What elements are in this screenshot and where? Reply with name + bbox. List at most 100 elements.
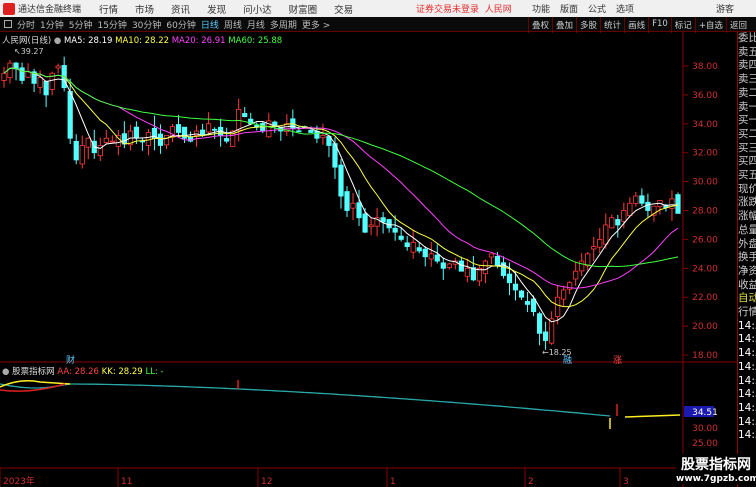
quote-row: 总量 (738, 223, 756, 236)
menu-formula[interactable]: 公式 (588, 2, 606, 15)
add-watchlist-button[interactable]: +自选 (694, 17, 726, 33)
quote-row: 14:56 (738, 401, 756, 414)
candle-body (464, 267, 470, 277)
app-title: 通达信金融终端 (18, 5, 82, 15)
mark-button[interactable]: 标记 (670, 17, 695, 33)
quote-row: 卖三 (738, 73, 756, 86)
price-tick: 18.00 (692, 351, 718, 361)
candle-body (579, 260, 585, 272)
candle-body (585, 253, 591, 267)
candle-body (224, 138, 230, 142)
guest-user[interactable]: 游客 (716, 2, 734, 15)
watermark-title: 股票指标网 (681, 457, 751, 473)
quote-row: 自动 (738, 292, 756, 305)
quote-row: 卖一 (738, 100, 756, 113)
candle-body (350, 202, 356, 209)
candle-body (488, 253, 495, 258)
quote-row: 涨跌 (738, 196, 756, 209)
indicator-settings-icon[interactable]: ● (2, 367, 9, 377)
period-60min[interactable]: 60分钟 (166, 18, 195, 31)
candle-body (506, 273, 513, 284)
menu-trade[interactable]: 交易 (334, 2, 353, 16)
event-marker: 融 (563, 355, 572, 366)
stats-button[interactable]: 统计 (600, 17, 624, 33)
period-monthly[interactable]: 月线 (247, 18, 265, 31)
quote-row: 14:56 (738, 319, 756, 332)
candle-body (627, 202, 633, 217)
candle-body (25, 71, 31, 78)
quote-row: 收益 (738, 278, 756, 291)
candle-body (145, 132, 152, 146)
price-tick: 32.00 (692, 149, 718, 159)
menu-news[interactable]: 资讯 (171, 2, 190, 16)
candle-body (1, 72, 7, 81)
menu-quotes[interactable]: 行情 (99, 2, 118, 16)
menu-function[interactable]: 功能 (532, 2, 550, 15)
ma60-value: MA60: 25.88 (228, 36, 283, 46)
menu-ask[interactable]: 问小达 (243, 2, 272, 16)
rights-button[interactable]: 叠权 (528, 17, 552, 33)
menu-market[interactable]: 市场 (135, 2, 154, 16)
app-logo-icon (3, 2, 15, 15)
panel-toggle-icon[interactable] (4, 20, 12, 28)
candle-body (19, 67, 25, 81)
candle-body (404, 242, 410, 248)
aa-value: AA: 28.26 (57, 367, 99, 377)
chart-buttons: 叠权 叠加 多股 统计 画线 F10 标记 +自选 返回 (528, 17, 750, 33)
price-tick: 38.00 (692, 62, 718, 72)
quote-row: 卖四 (738, 59, 756, 72)
indicator-name[interactable]: 股票指标网 (12, 367, 55, 377)
settings-icon[interactable]: ● (54, 36, 61, 46)
menu-wealth[interactable]: 财富圈 (289, 2, 318, 16)
candle-body (386, 219, 392, 229)
quote-row: 涨幅 (738, 210, 756, 223)
candle-body (85, 137, 91, 148)
candle-body (410, 241, 416, 253)
login-warning[interactable]: 证券交易未登录 人民网 (416, 2, 512, 15)
candle-body (254, 125, 260, 128)
candle-body (79, 145, 85, 165)
candle-body (609, 217, 615, 229)
event-marker: 涨 (613, 355, 622, 366)
candle-body (536, 313, 543, 334)
ma10-value: MA10: 28.22 (115, 36, 170, 46)
quote-row: 14:56 (738, 333, 756, 346)
period-weekly[interactable]: 周线 (224, 18, 242, 31)
ll-value: LL: - (145, 367, 164, 377)
period-5min[interactable]: 5分钟 (69, 18, 93, 31)
period-1min[interactable]: 1分钟 (40, 18, 64, 31)
period-multi[interactable]: 多周期 (270, 18, 297, 31)
period-15min[interactable]: 15分钟 (97, 18, 126, 31)
quote-row: 现价 (738, 182, 756, 195)
menu-layout[interactable]: 版面 (560, 2, 578, 15)
period-30min[interactable]: 30分钟 (132, 18, 161, 31)
period-tick[interactable]: 分时 (17, 18, 35, 31)
candle-body (320, 134, 326, 139)
price-tick: 22.00 (692, 293, 718, 303)
candle-body (482, 260, 489, 275)
multi-stock-button[interactable]: 多股 (576, 17, 600, 33)
candle-body (206, 123, 212, 133)
time-tick: 12 (261, 477, 272, 487)
candle-body (356, 202, 362, 219)
menu-options[interactable]: 选项 (616, 2, 634, 15)
candle-body (362, 213, 368, 233)
period-daily[interactable]: 日线 (201, 18, 219, 31)
price-tick: 28.00 (692, 207, 718, 217)
overlay-button[interactable]: 叠加 (552, 17, 576, 33)
menu-discover[interactable]: 发现 (207, 2, 226, 16)
quote-row: 14:56 (738, 429, 756, 442)
high-price-label: ↖39.27 (14, 47, 44, 56)
back-button[interactable]: 返回 (725, 17, 750, 33)
f10-button[interactable]: F10 (648, 17, 671, 33)
candle-body (296, 130, 302, 133)
watermark-url: www.7gpzb.com (676, 474, 756, 484)
draw-button[interactable]: 画线 (624, 17, 648, 33)
kline-chart[interactable]: 38.00 36.00 34.00 32.00 30.00 28.00 26.00 24.00… (0, 32, 737, 487)
quote-row: 换手 (738, 251, 756, 264)
candle-body (542, 331, 549, 341)
period-more[interactable]: 更多 > (302, 18, 330, 31)
ma5-value: MA5: 28.19 (63, 36, 113, 46)
price-tick: 36.00 (692, 91, 718, 101)
candle-body (368, 224, 374, 228)
